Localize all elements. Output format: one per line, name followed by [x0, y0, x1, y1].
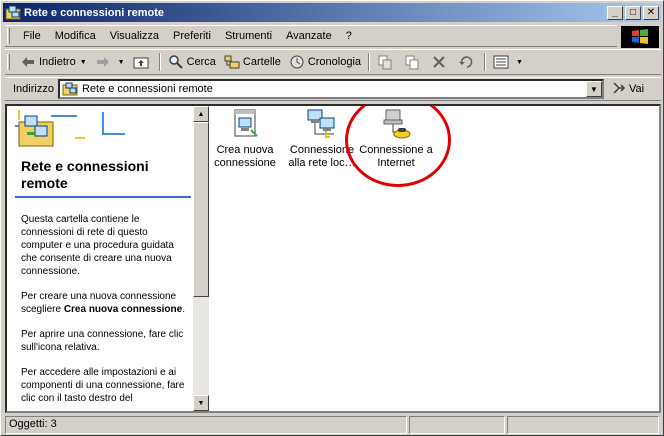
- search-button[interactable]: Cerca: [164, 51, 220, 73]
- forward-dropdown-icon[interactable]: ▼: [118, 59, 125, 66]
- forward-arrow-icon: [95, 54, 111, 70]
- views-button[interactable]: ▼: [489, 51, 527, 73]
- undo-button[interactable]: [454, 51, 481, 73]
- menu-help[interactable]: ?: [339, 30, 359, 42]
- pane-paragraph: Per creare una nuova connessione sceglie…: [21, 291, 185, 315]
- network-folder-icon: [62, 82, 78, 96]
- undo-icon: [458, 54, 474, 70]
- up-folder-button[interactable]: [129, 51, 156, 73]
- status-bar: Oggetti: 3: [5, 416, 661, 434]
- address-label: Indirizzo: [13, 83, 54, 95]
- copy-to-button[interactable]: [400, 51, 427, 73]
- web-view-pane: Rete e connessioni remote Questa cartell…: [7, 106, 193, 411]
- icon-label: Crea nuova connessione: [214, 144, 276, 169]
- folder-banner-icon: [7, 106, 193, 154]
- window-title: Rete e connessioni remote: [24, 6, 164, 19]
- status-cell: [507, 416, 659, 434]
- pane-paragraph: Per accedere alle impostazioni e ai comp…: [21, 367, 185, 404]
- pane-divider: [15, 196, 191, 198]
- close-button[interactable]: ✕: [643, 5, 659, 20]
- move-to-icon: [377, 54, 393, 70]
- status-objects: Oggetti: 3: [5, 416, 407, 434]
- title-bar[interactable]: Rete e connessioni remote _ □ ✕: [3, 3, 661, 22]
- copy-to-icon: [404, 54, 420, 70]
- move-to-button[interactable]: [373, 51, 400, 73]
- lan-connection-icon: [306, 108, 338, 140]
- menu-bar: File Modifica Visualizza Preferiti Strum…: [5, 25, 617, 47]
- back-dropdown-icon[interactable]: ▼: [80, 59, 87, 66]
- minimize-button[interactable]: _: [607, 5, 623, 20]
- search-icon: [168, 54, 184, 70]
- menu-grip[interactable]: [7, 28, 10, 44]
- status-cell: [409, 416, 505, 434]
- go-arrow-icon: [612, 81, 626, 98]
- back-arrow-icon: [20, 54, 36, 70]
- address-value: Rete e connessioni remote: [81, 83, 213, 95]
- toolbar-grip[interactable]: [7, 54, 10, 70]
- scroll-down-button[interactable]: ▼: [193, 395, 209, 411]
- menu-avanzate[interactable]: Avanzate: [279, 30, 339, 42]
- standard-toolbar: Indietro ▼ ▼ Cerca Cartelle Cronologia ▼: [5, 49, 661, 75]
- views-icon: [493, 54, 509, 70]
- menu-file[interactable]: File: [16, 30, 48, 42]
- menu-modifica[interactable]: Modifica: [48, 30, 103, 42]
- go-button[interactable]: Vai: [612, 81, 644, 98]
- highlight-circle: [345, 106, 451, 187]
- pane-paragraph: Per aprire una connessione, fare clic su…: [21, 329, 184, 353]
- new-connection-item[interactable]: Crea nuova connessione: [205, 108, 285, 170]
- views-dropdown-icon[interactable]: ▼: [516, 59, 523, 66]
- back-button[interactable]: Indietro ▼: [16, 51, 91, 73]
- new-connection-icon: [229, 108, 261, 140]
- address-input[interactable]: Rete e connessioni remote ▼: [57, 79, 604, 99]
- explorer-window: Rete e connessioni remote _ □ ✕ File Mod…: [0, 0, 664, 436]
- menu-preferiti[interactable]: Preferiti: [166, 30, 218, 42]
- history-icon: [289, 54, 305, 70]
- folders-icon: [224, 54, 240, 70]
- content-area: Rete e connessioni remote Questa cartell…: [5, 104, 661, 413]
- address-dropdown-icon[interactable]: ▼: [585, 81, 602, 97]
- pane-title: Rete e connessioni remote: [21, 158, 149, 191]
- delete-button[interactable]: [427, 51, 454, 73]
- folders-button[interactable]: Cartelle: [220, 51, 285, 73]
- network-folder-icon: [5, 5, 21, 21]
- windows-logo-icon: [621, 26, 659, 48]
- address-bar: Indirizzo Rete e connessioni remote ▼ Va…: [5, 77, 661, 101]
- toolbar-separator: [484, 53, 487, 71]
- forward-button[interactable]: ▼: [91, 51, 129, 73]
- toolbar-separator: [368, 53, 371, 71]
- maximize-button[interactable]: □: [625, 5, 641, 20]
- menu-visualizza[interactable]: Visualizza: [103, 30, 166, 42]
- toolbar-separator: [158, 53, 161, 71]
- delete-icon: [431, 54, 447, 70]
- menu-strumenti[interactable]: Strumenti: [218, 30, 279, 42]
- pane-paragraph: Questa cartella contiene le connessioni …: [21, 214, 174, 277]
- up-folder-icon: [133, 54, 149, 70]
- history-button[interactable]: Cronologia: [285, 51, 365, 73]
- pane-description: Questa cartella contiene le connessioni …: [21, 213, 189, 411]
